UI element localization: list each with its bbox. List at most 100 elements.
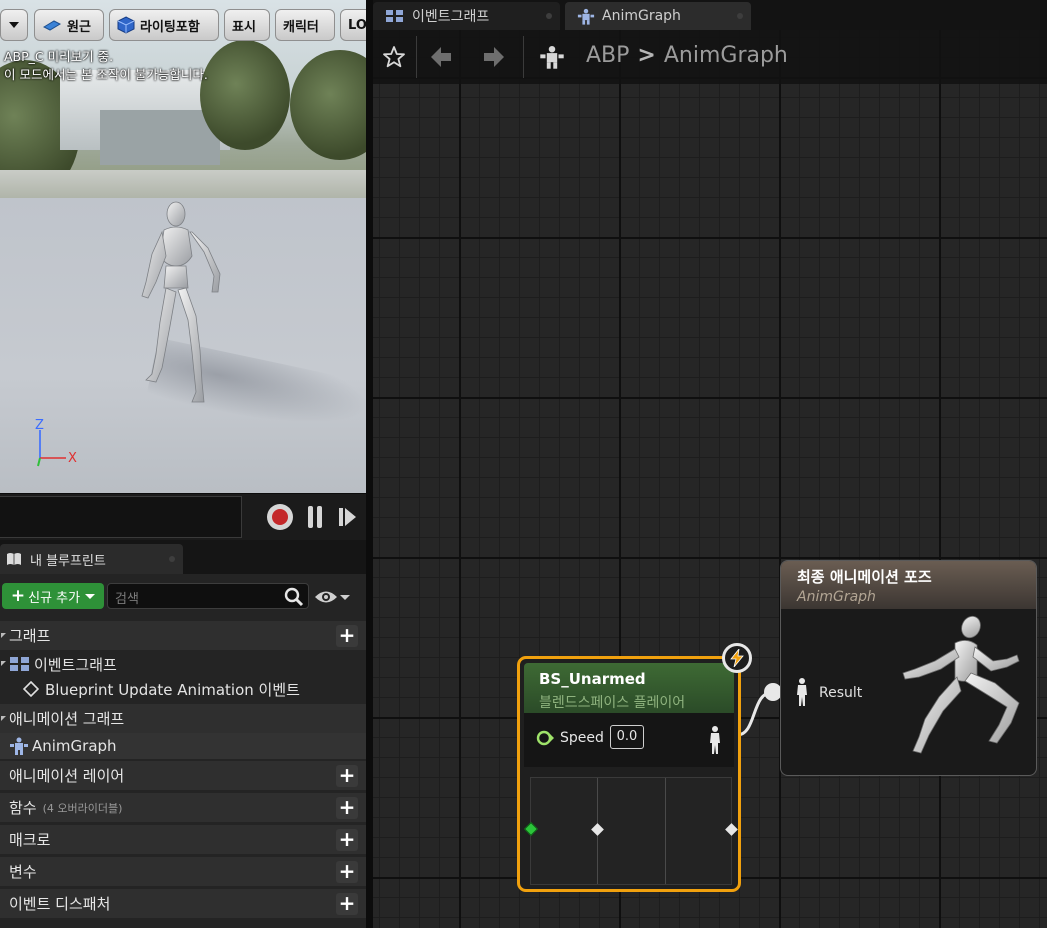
list-item-update-event[interactable]: Blueprint Update Animation 이벤트 <box>0 676 366 702</box>
node-header: BS_Unarmed 블렌드스페이스 플레이어 <box>524 663 734 713</box>
lod-label: LO <box>348 17 366 33</box>
character-button[interactable]: 캐릭터 <box>275 9 335 41</box>
category-functions[interactable]: 함수 (4 오버라이더블) + <box>0 793 366 822</box>
preview-viewport[interactable]: 원근 라이팅포함 표시 캐릭터 LO ABP_C 미리보기 중. 이 모드에서는… <box>0 0 366 493</box>
update-event-label: Blueprint Update Animation 이벤트 <box>45 680 300 699</box>
tab-close-dot[interactable] <box>169 556 175 562</box>
tab-animgraph[interactable]: AnimGraph <box>565 2 751 30</box>
arrow-right-icon <box>484 47 504 67</box>
category-macros-label: 매크로 <box>9 831 51 849</box>
viewport-options-dropdown[interactable] <box>0 9 28 41</box>
tab-close-dot[interactable] <box>737 13 743 19</box>
sample-point-current[interactable] <box>523 821 539 837</box>
search-input[interactable]: 검색 <box>107 583 309 609</box>
node-title: 최종 애니메이션 포즈 <box>797 568 932 586</box>
back-button[interactable] <box>426 42 456 72</box>
add-variable-button[interactable]: + <box>336 861 358 883</box>
event-graph-icon <box>10 657 29 671</box>
category-graphs-label: 그래프 <box>9 627 51 645</box>
result-pose-pin-icon[interactable] <box>795 677 809 707</box>
category-animation-graphs[interactable]: 애니메이션 그래프 <box>0 704 366 733</box>
search-placeholder: 검색 <box>115 592 139 607</box>
anim-graph-icon <box>540 45 564 69</box>
perspective-label: 원근 <box>67 19 91 35</box>
output-pose-node[interactable]: 최종 애니메이션 포즈 AnimGraph Result <box>780 560 1037 776</box>
pause-button[interactable] <box>306 504 324 530</box>
category-animation-layers[interactable]: 애니메이션 레이어 + <box>0 761 366 790</box>
preview-status-line: ABP_C 미리보기 중. <box>4 49 114 64</box>
category-variables-label: 변수 <box>9 863 37 881</box>
step-forward-icon <box>339 508 343 526</box>
add-graph-button[interactable]: + <box>336 625 358 647</box>
step-forward-button[interactable] <box>339 506 359 528</box>
pose-output-pin-icon[interactable] <box>708 725 722 755</box>
add-macro-button[interactable]: + <box>336 829 358 851</box>
timeline-field[interactable] <box>0 496 242 538</box>
speed-value-input[interactable]: 0.0 <box>610 725 644 749</box>
perspective-button[interactable]: 원근 <box>34 9 104 41</box>
divider <box>523 36 524 78</box>
expand-triangle-icon <box>1 661 6 666</box>
view-options-button[interactable] <box>314 588 354 606</box>
forward-button[interactable] <box>479 42 509 72</box>
tab-event-graph-label: 이벤트그래프 <box>412 9 490 25</box>
mannequin-preview <box>141 201 221 403</box>
search-icon <box>284 587 304 607</box>
lod-button[interactable]: LO <box>340 9 366 41</box>
star-icon <box>383 46 405 68</box>
node-header: 최종 애니메이션 포즈 AnimGraph <box>781 561 1036 609</box>
sample-point[interactable] <box>725 823 738 836</box>
anim-graph-breadcrumb-icon <box>537 42 567 72</box>
add-animation-layer-button[interactable]: + <box>336 765 358 787</box>
category-event-dispatchers[interactable]: 이벤트 디스패처 + <box>0 889 366 918</box>
blendspace-player-node[interactable]: BS_Unarmed 블렌드스페이스 플레이어 Speed 0.0 <box>517 656 741 892</box>
record-button[interactable] <box>267 504 293 530</box>
speed-pin-label: Speed <box>560 730 604 746</box>
running-pose-icon <box>902 615 1020 754</box>
breadcrumb-root[interactable]: ABP <box>586 43 629 68</box>
tab-close-dot[interactable] <box>546 13 552 19</box>
tree-middle <box>200 40 290 150</box>
overridable-count: (4 오버라이더블) <box>42 801 123 815</box>
bookmark-button[interactable] <box>379 42 409 72</box>
speed-pin-icon[interactable] <box>536 729 554 747</box>
my-blueprint-tab[interactable]: 내 블루프린트 <box>0 544 183 574</box>
lighting-button[interactable]: 라이팅포함 <box>109 9 219 41</box>
tab-event-graph[interactable]: 이벤트그래프 <box>373 2 560 30</box>
list-item-event-graph[interactable]: 이벤트그래프 <box>0 651 366 677</box>
event-diamond-icon <box>23 681 39 697</box>
anim-graph-canvas[interactable]: ABP > AnimGraph BS_Unarmed 블렌드스페이스 플레이어 … <box>373 30 1047 928</box>
record-icon <box>272 509 288 525</box>
add-event-dispatcher-button[interactable]: + <box>336 893 358 915</box>
sample-point[interactable] <box>591 823 604 836</box>
show-label: 표시 <box>232 19 256 35</box>
graph-navigation-bar: ABP > AnimGraph <box>373 30 1047 84</box>
chevron-down-icon <box>85 593 96 599</box>
breadcrumb-separator: > <box>637 43 656 68</box>
event-graph-label: 이벤트그래프 <box>34 655 117 674</box>
chevron-down-icon <box>340 594 350 600</box>
playback-bar <box>0 493 366 540</box>
expand-triangle-icon <box>1 716 6 721</box>
my-blueprint-tab-label: 내 블루프린트 <box>30 553 106 569</box>
pause-icon <box>308 506 313 528</box>
node-subtitle: 블렌드스페이스 플레이어 <box>539 695 686 711</box>
show-button[interactable]: 표시 <box>224 9 270 41</box>
anim-graph-icon <box>577 8 595 25</box>
fast-path-badge <box>722 643 752 673</box>
eye-icon <box>315 591 337 603</box>
list-item-animgraph[interactable]: AnimGraph <box>0 733 366 759</box>
breadcrumb: ABP > AnimGraph <box>586 43 788 68</box>
category-graphs[interactable]: 그래프 + <box>0 621 366 650</box>
axis-x-label: X <box>68 451 77 466</box>
node-subtitle: AnimGraph <box>797 589 876 605</box>
category-macros[interactable]: 매크로 + <box>0 825 366 854</box>
add-new-button[interactable]: + 신규 추가 <box>2 583 104 609</box>
panel-splitter[interactable] <box>366 0 373 928</box>
viewport-info-text: ABP_C 미리보기 중. 이 모드에서는 본 조작이 불가능합니다. <box>4 48 208 84</box>
add-function-button[interactable]: + <box>336 797 358 819</box>
result-pin-label: Result <box>819 685 863 701</box>
category-variables[interactable]: 변수 + <box>0 857 366 886</box>
category-functions-label: 함수 <box>9 799 37 817</box>
tree-right <box>290 50 366 160</box>
